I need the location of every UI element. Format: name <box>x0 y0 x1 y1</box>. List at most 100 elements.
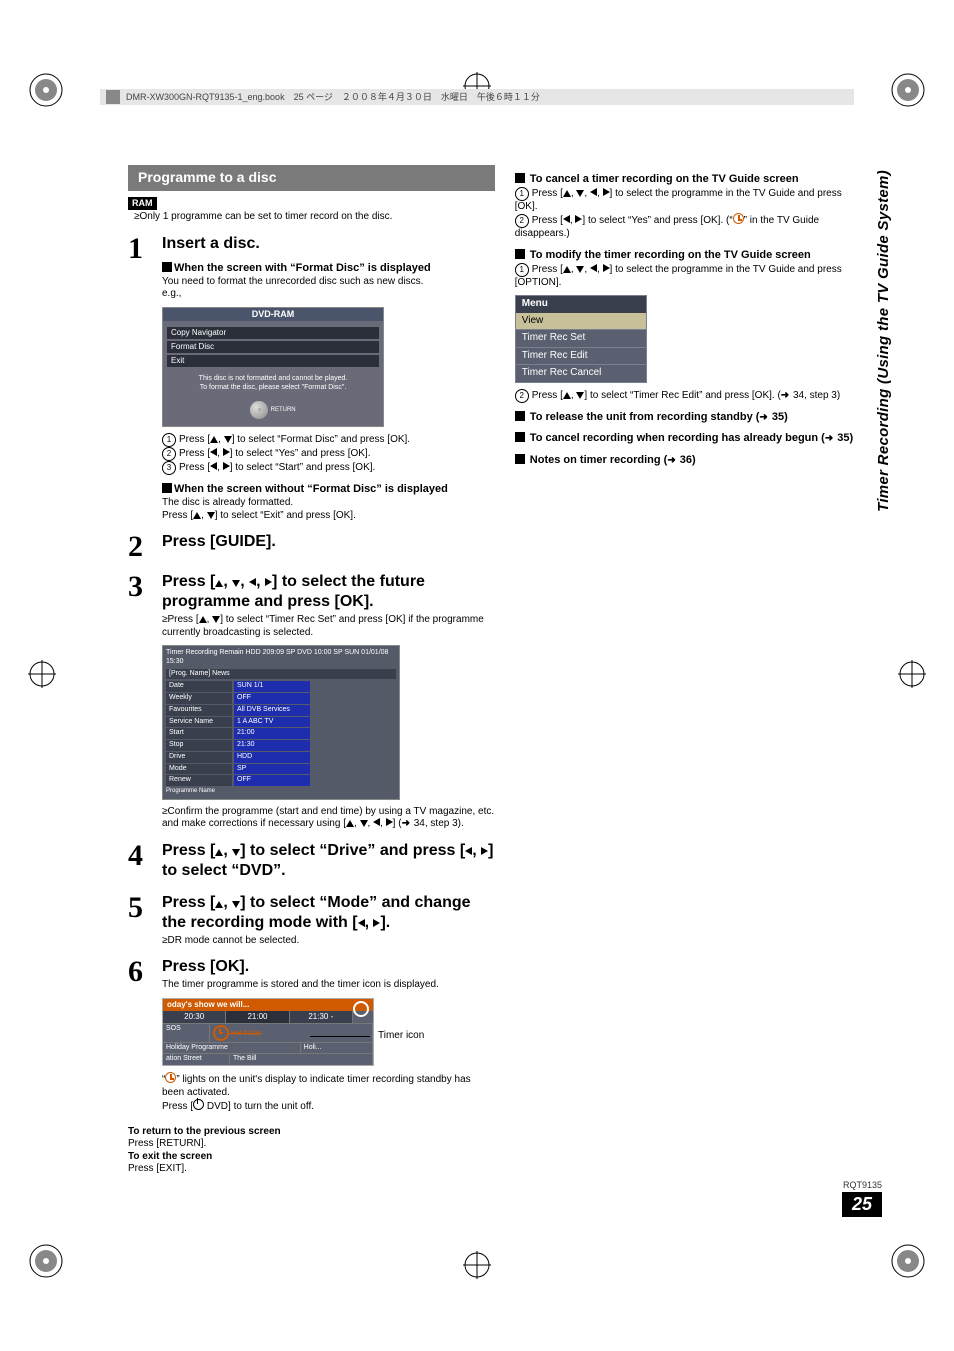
down-arrow-icon <box>207 512 215 519</box>
osd-title: DVD-RAM <box>163 308 383 321</box>
menu-item: Timer Rec Set <box>516 329 646 347</box>
step-3: 3 Press [, , , ] to select the future pr… <box>128 572 495 831</box>
menu-item: Timer Rec Cancel <box>516 364 646 382</box>
step-number: 4 <box>128 841 152 883</box>
step6-post1: “” lights on the unit's display to indic… <box>162 1072 495 1099</box>
step-6-note: The timer programme is stored and the ti… <box>162 979 495 992</box>
step-number: 1 <box>128 234 152 522</box>
left-column: Programme to a disc RAM ≥Only 1 programm… <box>128 165 495 1176</box>
step-number: 6 <box>128 957 152 1114</box>
return-coin-icon: ○ <box>250 401 268 419</box>
release-standby-heading: To release the unit from recording stand… <box>515 411 864 425</box>
guide-time: 20:30 <box>163 1011 226 1023</box>
step-6-head: Press [OK]. <box>162 957 495 977</box>
section-heading: Programme to a disc <box>128 165 495 191</box>
callout-line <box>310 1036 370 1037</box>
osd-return: ○ RETURN <box>167 398 379 422</box>
reg-mark-icon <box>28 1243 64 1279</box>
square-bullet-icon <box>162 483 172 493</box>
timer-rows: DateSUN 1/1 WeeklyOFF FavouritesAll DVB … <box>166 681 396 786</box>
timer-icon <box>213 1025 229 1041</box>
square-bullet-icon <box>162 262 172 272</box>
header-text: DMR-XW300GN-RQT9135-1_eng.book 25 ページ ２０… <box>126 89 540 105</box>
step-5: 5 Press [, ] to select “Mode” and change… <box>128 893 495 948</box>
guide-cell: SOS <box>163 1024 210 1042</box>
step-2: 2 Press [GUIDE]. <box>128 532 495 562</box>
noformat-1: The disc is already formatted. <box>162 497 495 510</box>
osd-item: Format Disc <box>167 341 379 353</box>
step1-sub3: 3Press [, ] to select “Start” and press … <box>162 461 495 475</box>
eg-label: e.g., <box>162 288 495 301</box>
crop-mark-icon <box>463 1251 491 1279</box>
step-3-note: ≥Press [, ] to select “Timer Rec Set” an… <box>162 614 495 639</box>
osd-message: This disc is not formatted and cannot be… <box>167 369 379 399</box>
guide-cell: ation Street <box>163 1054 230 1065</box>
cancel-recording-heading: To cancel recording when recording has a… <box>515 432 864 446</box>
menu-header: Menu <box>516 296 646 313</box>
step-4-head: Press [, ] to select “Drive” and press [… <box>162 841 495 881</box>
return-heading: To return to the previous screen <box>128 1126 281 1137</box>
guide-snippet-wrapper: oday's show we will... 20:30 21:00 21:30… <box>162 998 495 1067</box>
page-number: 25 <box>842 1192 882 1217</box>
guide-cell: Holiday Programme <box>163 1043 301 1054</box>
power-icon <box>193 1099 204 1110</box>
progname-label: Programme Name <box>166 788 396 796</box>
manual-page: DMR-XW300GN-RQT9135-1_eng.book 25 ページ ２０… <box>0 0 954 1351</box>
return-exit-block: To return to the previous screen Press [… <box>128 1126 495 1176</box>
noformat-2: Press [, ] to select “Exit” and press [O… <box>162 510 495 523</box>
timer-icon <box>733 213 744 224</box>
step-number: 3 <box>128 572 152 831</box>
book-icon <box>106 90 120 104</box>
notes-heading: Notes on timer recording ( 36) <box>515 454 864 468</box>
guide-cell: Hard Cop <box>210 1024 373 1042</box>
guide-title: oday's show we will... <box>163 999 373 1011</box>
timer-icon-label: Timer icon <box>378 1030 424 1043</box>
return-text: Press [RETURN]. <box>128 1138 495 1151</box>
timer-icon <box>165 1072 176 1083</box>
reg-mark-icon <box>890 1243 926 1279</box>
one-programme-note: ≥Only 1 programme can be set to timer re… <box>128 211 495 224</box>
format-explain: You need to format the unrecorded disc s… <box>162 276 495 289</box>
crop-mark-icon <box>898 660 926 688</box>
up-arrow-icon <box>193 512 201 519</box>
print-header: DMR-XW300GN-RQT9135-1_eng.book 25 ページ ２０… <box>100 89 854 105</box>
step6-post2: Press [ DVD] to turn the unit off. <box>162 1099 495 1114</box>
osd-item: Copy Navigator <box>167 327 379 339</box>
cancel-c2: 2Press [, ] to select “Yes” and press [O… <box>515 213 864 241</box>
menu-item-selected: View <box>516 313 646 330</box>
step-5-head: Press [, ] to select “Mode” and change t… <box>162 893 495 933</box>
timer-rec-osd: Timer Recording Remain HDD 209:09 SP DVD… <box>162 645 400 800</box>
step1-sub1: 1Press [, ] to select “Format Disc” and … <box>162 433 495 447</box>
up-arrow-icon <box>210 436 218 443</box>
step-4: 4 Press [, ] to select “Drive” and press… <box>128 841 495 883</box>
step3-confirm: ≥Confirm the programme (start and end ti… <box>162 806 495 831</box>
tv-guide-snippet: oday's show we will... 20:30 21:00 21:30… <box>162 998 374 1067</box>
cancel-c1: 1Press [, , , ] to select the programme … <box>515 187 864 214</box>
guide-cell: Holi... <box>301 1043 373 1054</box>
progname: [Prog. Name] News <box>166 669 396 680</box>
exit-text: Press [EXIT]. <box>128 1163 495 1176</box>
step-number: 5 <box>128 893 152 948</box>
ram-badge: RAM <box>128 197 157 210</box>
step-1-head: Insert a disc. <box>162 234 495 254</box>
menu-item: Timer Rec Edit <box>516 347 646 365</box>
step1-sub2: 2Press [, ] to select “Yes” and press [O… <box>162 447 495 461</box>
doc-code: RQT9135 <box>842 1180 882 1190</box>
option-menu: Menu View Timer Rec Set Timer Rec Edit T… <box>515 295 647 383</box>
step-1: 1 Insert a disc. When the screen with “F… <box>128 234 495 522</box>
guide-time: 21:30 - <box>290 1011 353 1023</box>
modify-c2: 2Press [, ] to select “Timer Rec Edit” a… <box>515 389 864 403</box>
right-column: To cancel a timer recording on the TV Gu… <box>515 165 894 1176</box>
content-area: Programme to a disc RAM ≥Only 1 programm… <box>128 165 894 1231</box>
guide-time: 21:00 <box>226 1011 289 1023</box>
step-number: 2 <box>128 532 152 562</box>
noformat-sub: When the screen without “Format Disc” is… <box>162 483 495 497</box>
crop-mark-icon <box>28 660 56 688</box>
guide-cell: The Bill <box>230 1054 373 1065</box>
reg-mark-icon <box>28 72 64 108</box>
step-2-head: Press [GUIDE]. <box>162 532 495 552</box>
reg-mark-icon <box>890 72 926 108</box>
format-disc-sub: When the screen with “Format Disc” is di… <box>162 262 495 276</box>
step-5-note: ≥DR mode cannot be selected. <box>162 935 495 948</box>
timer-osd-header: Timer Recording Remain HDD 209:09 SP DVD… <box>166 649 396 667</box>
